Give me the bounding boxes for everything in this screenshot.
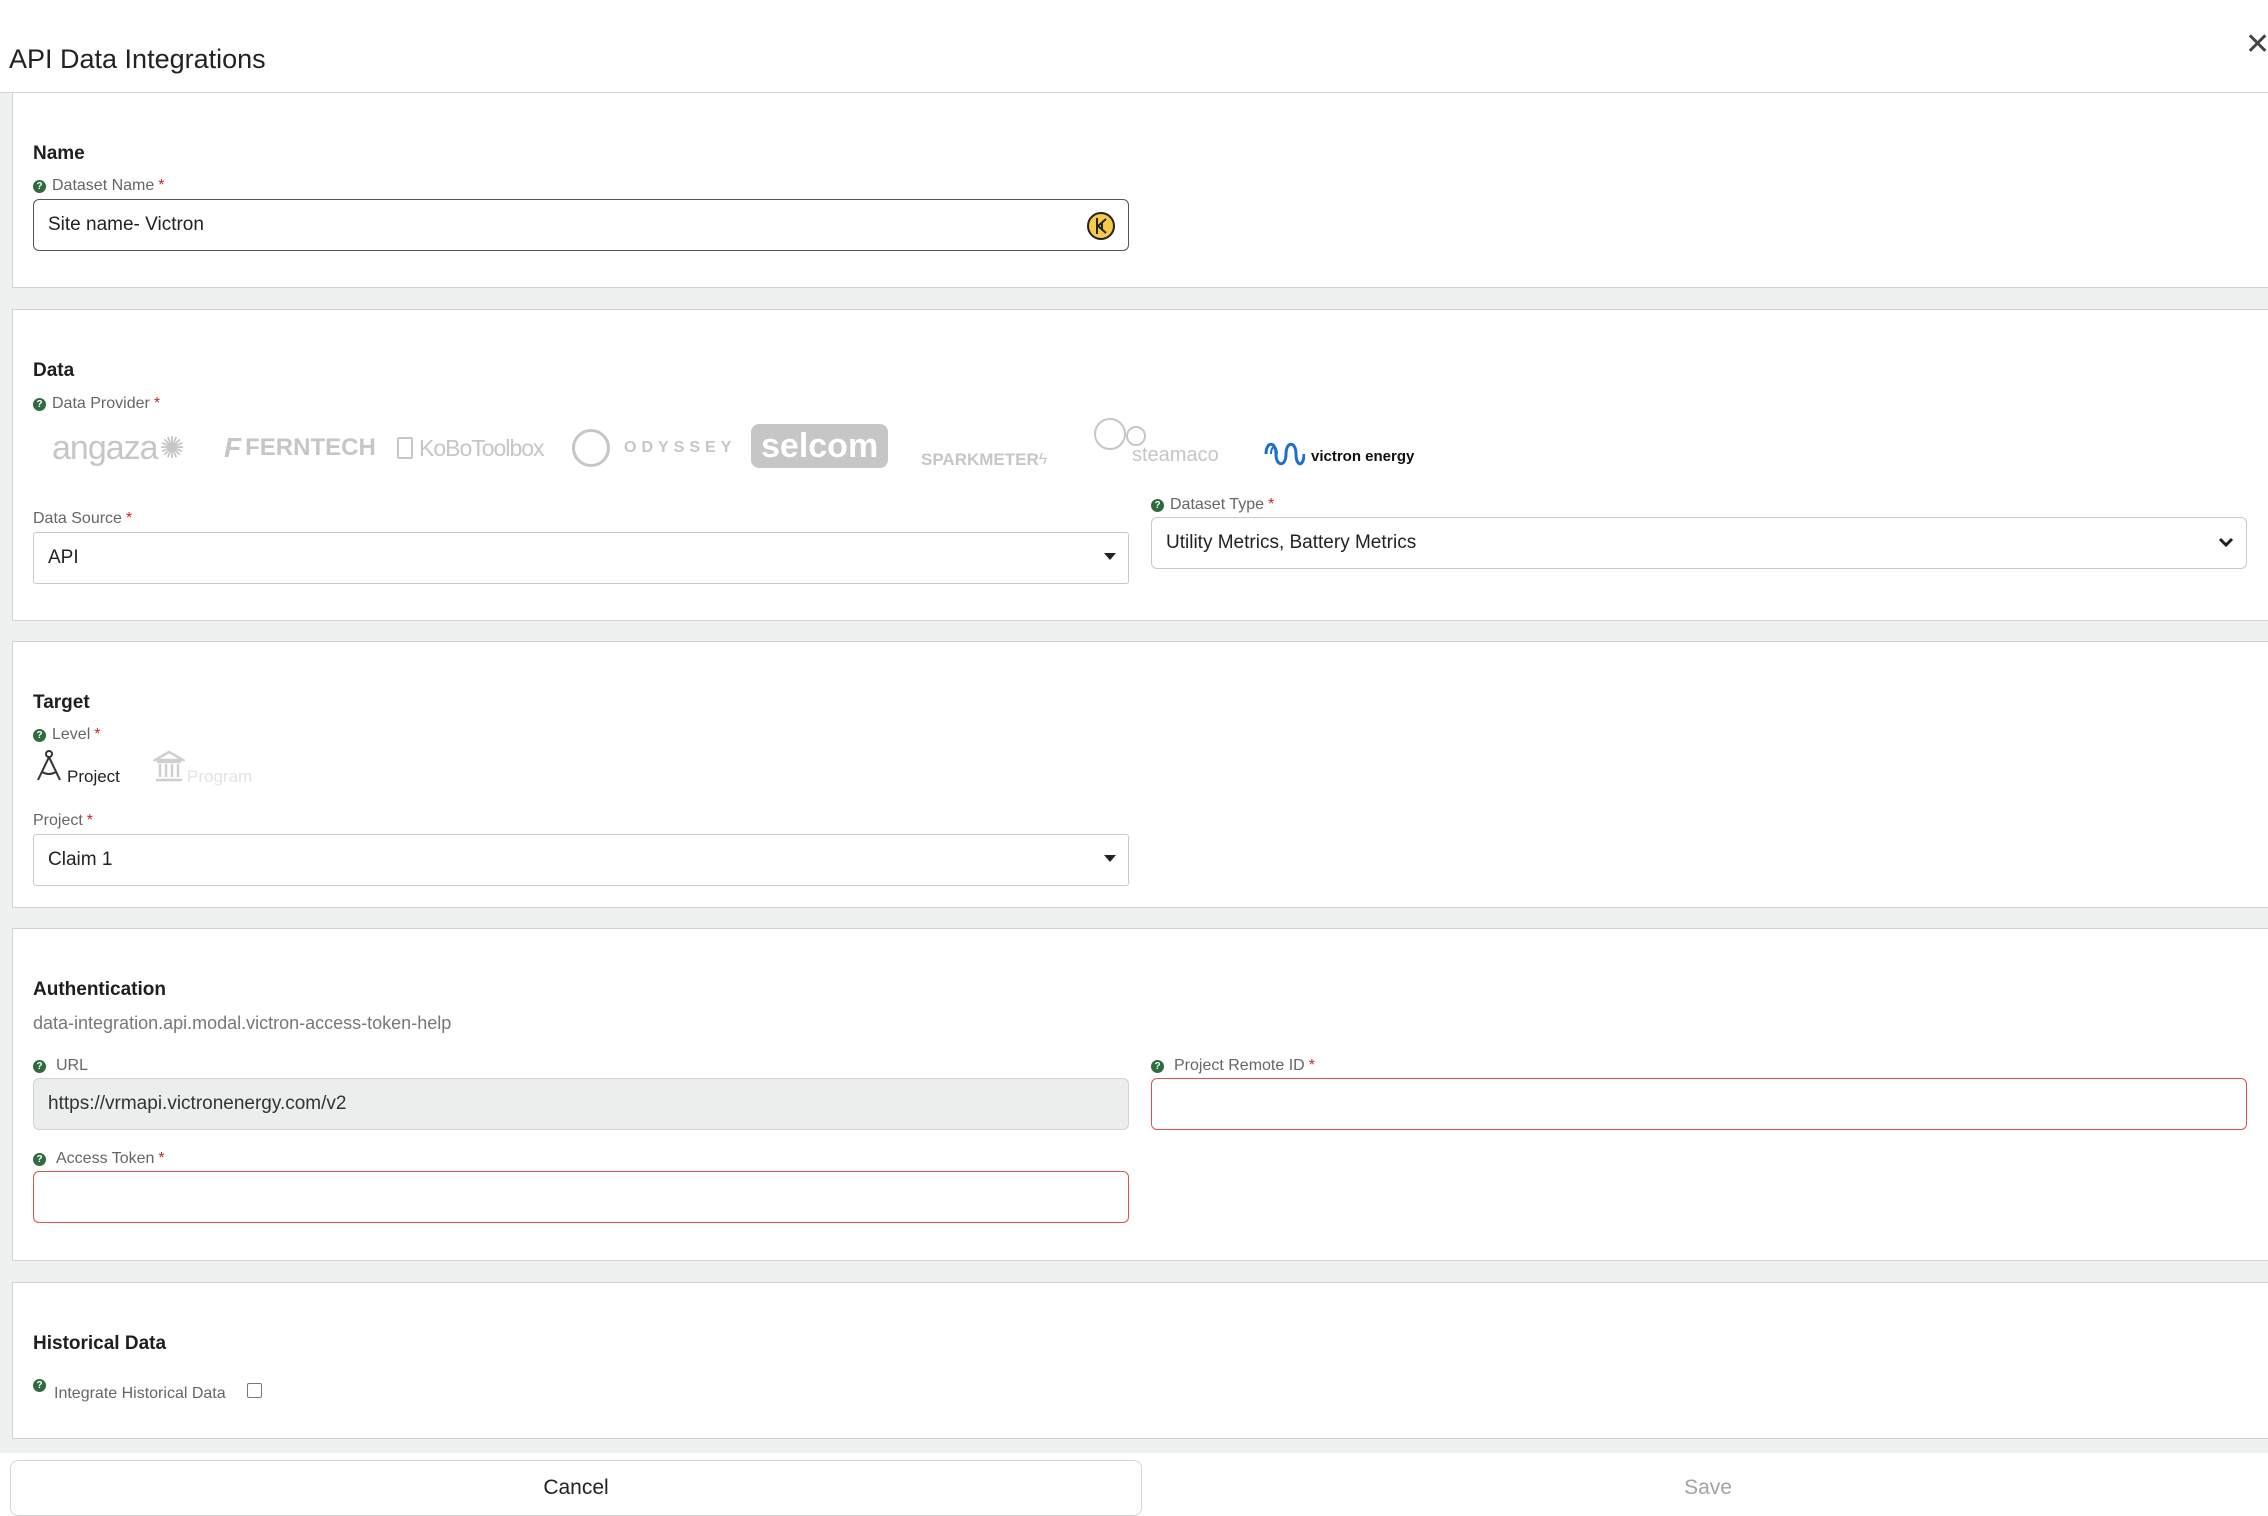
provider-victron[interactable]: victron energy [1263,438,1414,474]
level-option-project[interactable]: Project [33,748,120,789]
fern-leaf-icon: F [224,432,242,463]
required-mark: * [86,812,94,829]
name-section-title: Name [33,143,85,164]
caret-down-icon [1104,855,1116,862]
integrate-history-label: ? Integrate Historical Data [33,1379,226,1403]
provider-angaza[interactable]: angaza ✺ [52,420,185,476]
question-circle-icon[interactable]: ? [1151,498,1164,512]
required-mark: * [158,177,165,194]
project-label: Project * [33,812,93,830]
required-mark: * [153,395,161,412]
dataset-type-value: Utility Metrics, Battery Metrics [1166,532,1417,553]
dataset-type-label-text: Dataset Type [1170,496,1264,513]
question-circle-icon[interactable]: ? [33,728,46,742]
provider-kobotoolbox-logo: KoBoToolbox [419,434,545,461]
question-circle-icon[interactable]: ? [33,1152,46,1166]
access-token-input[interactable] [48,1172,1114,1222]
modal-title: API Data Integrations [9,44,266,74]
project-select[interactable]: Claim 1 [33,834,1129,886]
name-section [12,92,2268,288]
access-token-field[interactable] [33,1171,1129,1223]
url-label: ? URL [33,1057,88,1075]
data-source-select[interactable]: API [33,532,1129,584]
data-source-label-text: Data Source [33,510,122,527]
sun-burst-icon: ✺ [159,431,185,465]
required-mark: * [1267,496,1275,513]
integrate-history-checkbox[interactable] [247,1383,262,1398]
data-section-title: Data [33,360,75,381]
provider-odyssey-logo: ODYSSEY [624,439,737,456]
save-button[interactable]: Save [1148,1460,2268,1516]
provider-angaza-logo: angaza [52,428,159,467]
required-mark: * [125,510,133,527]
odyssey-ring-icon [572,429,610,467]
level-label: ? Level * [33,726,100,744]
level-option-program-label: Program [187,767,253,786]
cancel-button[interactable]: Cancel [10,1460,1142,1516]
dataset-name-label-text: Dataset Name [52,177,155,194]
provider-ferntech[interactable]: F FERNTECH [224,420,376,476]
project-value: Claim 1 [48,849,113,870]
question-circle-icon[interactable]: ? [33,397,46,411]
history-section [12,1282,2268,1439]
url-field: https://vrmapi.victronenergy.com/v2 [33,1078,1129,1130]
dataset-type-label: ? Dataset Type * [1151,496,1274,514]
project-remote-id-field[interactable] [1151,1078,2247,1130]
level-label-text: Level [52,726,91,743]
provider-sparkmeter[interactable]: SPARKMETER ϟ [921,432,1047,488]
data-provider-label: ? Data Provider * [33,395,160,413]
project-remote-id-label-text: Project Remote ID [1174,1057,1305,1074]
question-circle-icon[interactable]: ? [33,1059,46,1073]
dataset-name-field[interactable] [33,199,1129,251]
access-token-label: ? Access Token * [33,1150,165,1168]
history-section-title: Historical Data [33,1333,167,1354]
auth-help-text: data-integration.api.modal.victron-acces… [33,1013,452,1033]
required-mark: * [1308,1057,1315,1074]
kobo-box-icon [397,437,413,459]
close-icon[interactable]: ✕ [2245,30,2268,60]
dataset-name-label: ? Dataset Name * [33,177,165,195]
data-source-label: Data Source * [33,510,132,528]
url-value: https://vrmapi.victronenergy.com/v2 [48,1093,347,1114]
chevron-down-icon [2216,532,2236,558]
provider-odyssey[interactable]: ODYSSEY [572,420,736,476]
provider-sparkmeter-logo: SPARKMETER [921,450,1039,469]
lightning-icon: ϟ [1038,451,1048,468]
question-circle-icon[interactable]: ? [33,1379,46,1392]
data-provider-label-text: Data Provider [52,395,150,412]
target-section-title: Target [33,692,90,713]
provider-selcom[interactable]: selcom [751,418,889,474]
project-remote-id-label: ? Project Remote ID * [1151,1057,1315,1075]
access-token-label-text: Access Token [56,1150,155,1167]
level-option-project-label: Project [67,767,120,786]
provider-steamaco-logo: steamaco [1132,444,1219,466]
victron-waves-icon [1263,439,1306,474]
project-remote-id-input[interactable] [1166,1079,2232,1129]
keeper-extension-icon[interactable] [1087,212,1115,240]
dataset-name-input[interactable] [48,200,1114,250]
provider-victron-logo: victron energy [1311,447,1415,465]
compass-icon [33,748,65,789]
question-circle-icon[interactable]: ? [1151,1059,1164,1073]
integrate-history-label-text: Integrate Historical Data [54,1385,226,1402]
provider-ferntech-logo: FERNTECH [245,434,376,461]
auth-section-title: Authentication [33,979,166,1000]
bank-icon [150,750,188,789]
provider-selcom-logo: selcom [751,424,889,468]
level-option-program[interactable]: Program [150,750,253,789]
data-source-value: API [48,547,79,568]
required-mark: * [158,1150,165,1167]
provider-steamaco[interactable]: steamaco [1094,418,1219,474]
url-label-text: URL [56,1057,89,1074]
caret-down-icon [1104,553,1116,560]
project-label-text: Project [33,812,83,829]
provider-kobotoolbox[interactable]: KoBoToolbox [397,420,545,476]
question-circle-icon[interactable]: ? [33,179,46,193]
dataset-type-select[interactable]: Utility Metrics, Battery Metrics [1151,517,2247,569]
required-mark: * [94,726,101,743]
